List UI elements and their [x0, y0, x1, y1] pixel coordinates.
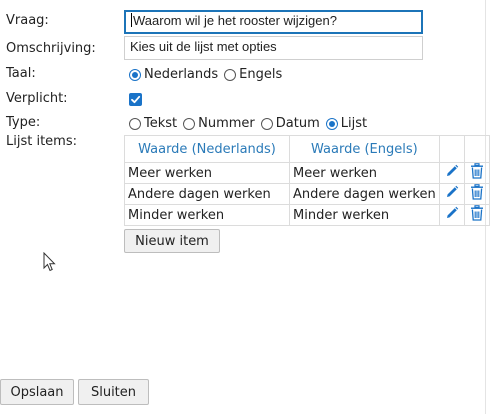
cell-en: Andere dagen werken [289, 183, 440, 205]
pencil-icon[interactable] [445, 206, 459, 220]
edit-button[interactable] [438, 162, 465, 184]
edit-button[interactable] [438, 204, 465, 226]
type-option-tekst[interactable]: Tekst [129, 116, 177, 131]
radio-icon[interactable] [183, 117, 196, 130]
pencil-icon[interactable] [445, 185, 459, 199]
table-row[interactable]: Andere dagen werken Andere dagen werken [124, 183, 490, 205]
column-header-edit [438, 135, 465, 163]
cell-en: Meer werken [289, 162, 440, 184]
verplicht-label: Verplicht: [6, 91, 68, 106]
delete-button[interactable] [463, 162, 490, 184]
save-button[interactable]: Opslaan [0, 379, 74, 405]
new-item-button[interactable]: Nieuw item [124, 229, 220, 253]
table-header-row: Waarde (Nederlands) Waarde (Engels) [124, 135, 490, 163]
vraag-input-value: Waarom wil je het rooster wijzigen? [133, 13, 337, 28]
type-option-lijst[interactable]: Lijst [325, 116, 367, 131]
cell-nl: Minder werken [124, 204, 290, 226]
mouse-pointer-icon [43, 252, 56, 272]
taal-option-engels[interactable]: Engels [224, 67, 282, 82]
column-header-nederlands[interactable]: Waarde (Nederlands) [124, 135, 290, 163]
type-label: Type: [6, 115, 41, 130]
taal-label: Taal: [6, 66, 36, 81]
trash-icon[interactable] [470, 184, 484, 200]
cell-nl: Andere dagen werken [124, 183, 290, 205]
cell-nl: Meer werken [124, 162, 290, 184]
radio-icon[interactable] [260, 117, 273, 130]
radio-icon[interactable] [129, 117, 141, 130]
vraag-input[interactable]: Waarom wil je het rooster wijzigen? [124, 10, 423, 34]
table-row[interactable]: Minder werken Minder werken [124, 204, 490, 226]
taal-option-nederlands[interactable]: Nederlands [129, 67, 218, 82]
vraag-label: Vraag: [6, 13, 49, 28]
edit-button[interactable] [438, 183, 465, 205]
text-caret [131, 13, 132, 27]
table-row[interactable]: Meer werken Meer werken [124, 162, 490, 184]
column-header-delete [463, 135, 490, 163]
delete-button[interactable] [463, 204, 490, 226]
taal-radio-group: Nederlands Engels [129, 67, 288, 82]
trash-icon[interactable] [470, 205, 484, 221]
type-option-nummer[interactable]: Nummer [183, 116, 255, 131]
delete-button[interactable] [463, 183, 490, 205]
cell-en: Minder werken [289, 204, 440, 226]
checkmark-icon [131, 95, 141, 104]
lijst-items-table: Waarde (Nederlands) Waarde (Engels) Meer… [124, 135, 490, 226]
radio-selected-icon[interactable] [325, 117, 338, 130]
close-button[interactable]: Sluiten [78, 379, 149, 405]
type-radio-group: Tekst Nummer Datum Lijst [129, 116, 373, 131]
column-header-engels[interactable]: Waarde (Engels) [289, 135, 440, 163]
trash-icon[interactable] [470, 163, 484, 179]
omschrijving-label: Omschrijving: [6, 41, 96, 56]
omschrijving-input[interactable]: Kies uit de lijst met opties [124, 36, 423, 60]
type-option-datum[interactable]: Datum [260, 116, 320, 131]
omschrijving-input-value: Kies uit de lijst met opties [130, 39, 277, 54]
pencil-icon[interactable] [445, 164, 459, 178]
radio-icon[interactable] [224, 68, 237, 81]
verplicht-checkbox[interactable] [129, 93, 142, 106]
lijst-items-label: Lijst items: [6, 134, 77, 149]
radio-selected-icon[interactable] [129, 68, 141, 81]
